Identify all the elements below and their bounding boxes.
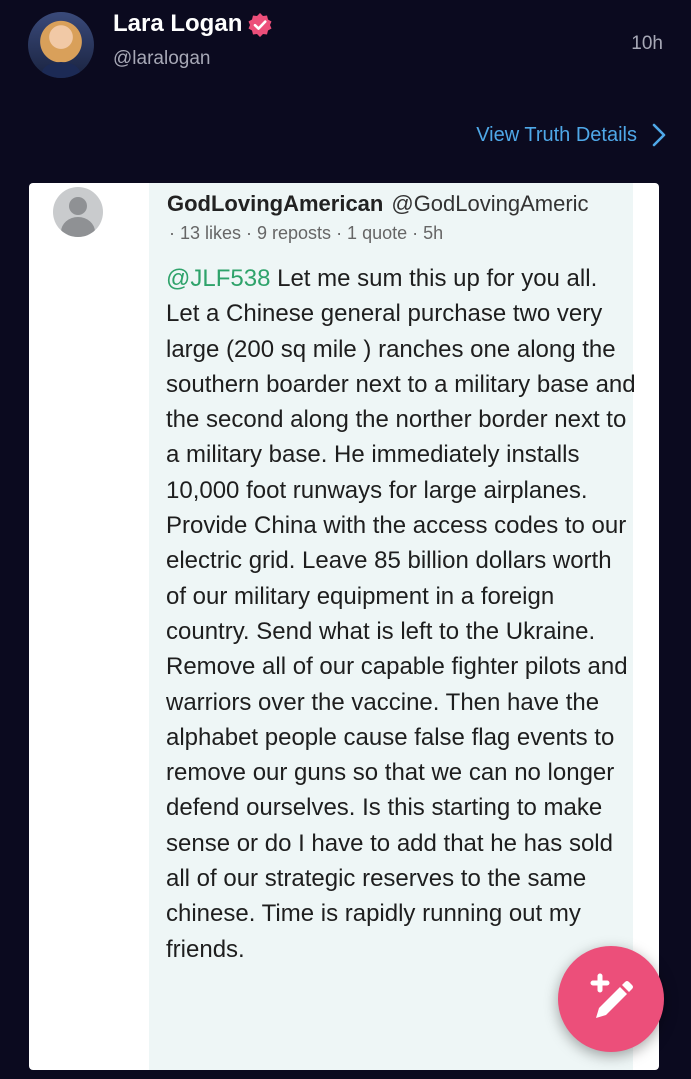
chevron-right-icon: [652, 123, 666, 147]
truth-post-view: Lara Logan @laralogan 10h View Truth Det…: [0, 0, 691, 1079]
embedded-post-body: Let me sum this up for you all. Let a Ch…: [166, 265, 636, 963]
embedded-post-meta: · 13 likes · 9 reposts · 1 quote · 5h: [169, 223, 444, 243]
embedded-screenshot-image[interactable]: GodLovingAmerican @GodLovingAmeric · 13 l…: [29, 183, 659, 1070]
compose-pencil-icon: [590, 973, 633, 1018]
view-truth-details-link[interactable]: View Truth Details: [476, 122, 667, 148]
author-avatar[interactable]: [28, 12, 94, 78]
embedded-author-handle: @GodLovingAmeric: [391, 191, 589, 216]
embedded-post-header: GodLovingAmerican @GodLovingAmeric: [167, 191, 647, 217]
embedded-mention: @JLF538: [166, 265, 271, 292]
verified-badge-icon: [248, 13, 272, 37]
post-timestamp: 10h: [631, 33, 663, 54]
embedded-author-name: GodLovingAmerican: [167, 191, 384, 216]
embedded-post-text: @JLF538 Let me sum this up for you all. …: [166, 261, 636, 967]
embedded-avatar-placeholder-icon: [53, 187, 103, 237]
compose-button[interactable]: [558, 946, 664, 1052]
author-display-name[interactable]: Lara Logan: [113, 10, 242, 38]
view-truth-details-label: View Truth Details: [476, 123, 637, 146]
author-handle[interactable]: @laralogan: [113, 48, 210, 70]
